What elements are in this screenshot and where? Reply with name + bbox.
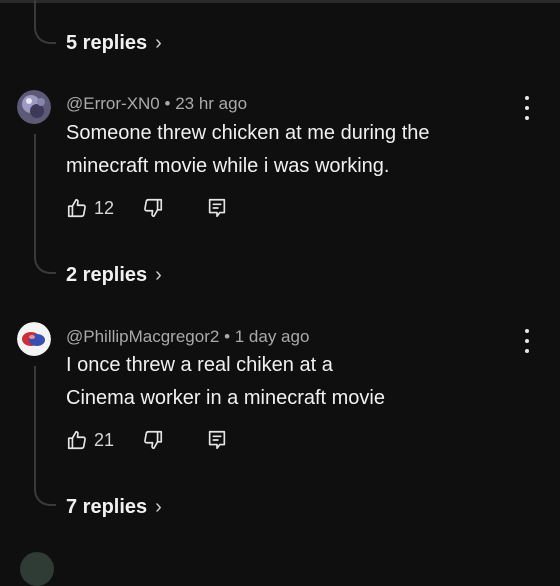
- thread-curve: [34, 484, 56, 506]
- reply-button[interactable]: [206, 429, 228, 451]
- avatar[interactable]: [20, 552, 54, 586]
- avatar[interactable]: [17, 322, 51, 356]
- dislike-button[interactable]: [142, 197, 164, 219]
- reply-button[interactable]: [206, 197, 228, 219]
- like-count: 21: [94, 429, 115, 450]
- thumbs-up-icon: [67, 430, 86, 450]
- thread-line: [34, 366, 36, 486]
- replies-label: 2 replies: [66, 264, 148, 286]
- more-vert-icon[interactable]: [520, 329, 534, 353]
- top-divider: [0, 0, 560, 3]
- more-vert-icon[interactable]: [520, 96, 534, 120]
- comment-actions: 21: [66, 429, 228, 451]
- chevron-right-icon: ›: [155, 496, 162, 518]
- replies-label: 5 replies: [66, 32, 148, 54]
- meta-separator: •: [164, 94, 171, 113]
- comment-meta: @PhillipMacgregor2 • 1 day ago: [66, 327, 309, 347]
- like-button[interactable]: 12: [66, 197, 114, 219]
- timestamp[interactable]: 1 day ago: [235, 327, 310, 346]
- thumbs-up-icon: [67, 198, 86, 218]
- chevron-right-icon: ›: [155, 264, 162, 286]
- meta-separator: •: [224, 327, 231, 346]
- reply-comment-icon: [208, 198, 226, 218]
- author-handle[interactable]: @PhillipMacgregor2: [66, 327, 219, 346]
- comment-actions: 12: [66, 197, 228, 219]
- author-handle[interactable]: @Error-XN0: [66, 94, 160, 113]
- thread-line: [34, 0, 36, 24]
- chevron-right-icon: ›: [155, 32, 162, 54]
- thread-line: [34, 134, 36, 254]
- view-replies-button[interactable]: 5 replies ›: [66, 32, 162, 55]
- thread-curve: [34, 252, 56, 274]
- like-button[interactable]: 21: [66, 429, 114, 451]
- comment-text-line: minecraft movie while i was working.: [66, 155, 390, 177]
- comment-text-line: Cinema worker in a minecraft movie: [66, 387, 385, 409]
- thumbs-down-icon: [144, 430, 163, 450]
- replies-label: 7 replies: [66, 496, 148, 518]
- comment-meta: @Error-XN0 • 23 hr ago: [66, 94, 247, 114]
- comment-text-line: Someone threw chicken at me during the: [66, 122, 430, 144]
- comment-text: I once threw a real chiken at a Cinema w…: [66, 349, 516, 415]
- view-replies-button[interactable]: 7 replies ›: [66, 496, 162, 519]
- timestamp[interactable]: 23 hr ago: [175, 94, 247, 113]
- avatar[interactable]: [17, 90, 51, 124]
- reply-comment-icon: [208, 430, 226, 450]
- comment-text-line: I once threw a real chiken at a: [66, 354, 333, 376]
- comment-text: Someone threw chicken at me during the m…: [66, 117, 516, 183]
- dislike-button[interactable]: [142, 429, 164, 451]
- thumbs-down-icon: [144, 198, 163, 218]
- like-count: 12: [94, 197, 115, 218]
- thread-curve: [34, 22, 56, 44]
- view-replies-button[interactable]: 2 replies ›: [66, 264, 162, 287]
